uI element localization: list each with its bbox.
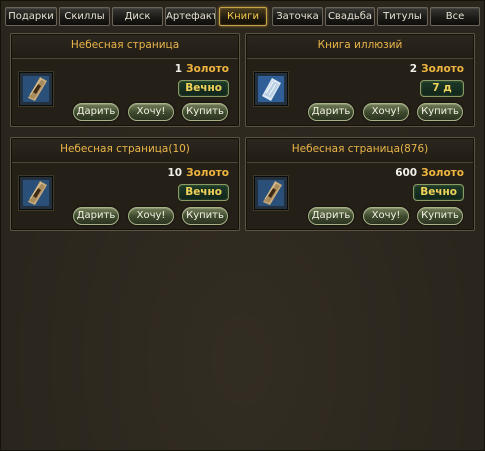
item-price: 600 Золото xyxy=(395,167,464,179)
category-tabs: Подарки Скиллы Диск Артефакт Книги Заточ… xyxy=(5,7,483,27)
wish-button[interactable]: Хочу! xyxy=(363,207,409,225)
item-price: 2 Золото xyxy=(410,63,464,75)
heaven-page-icon xyxy=(20,177,52,209)
item-name: Небесная страница xyxy=(70,39,180,51)
heaven-page-icon xyxy=(20,73,52,105)
tab-skills[interactable]: Скиллы xyxy=(59,7,110,26)
buy-button[interactable]: Купить xyxy=(417,207,463,225)
wish-button[interactable]: Хочу! xyxy=(128,103,174,121)
illusion-book-icon xyxy=(255,73,287,105)
item-card: Небесная страница 1 Золото Вечно Дарить Х… xyxy=(10,33,240,127)
gift-button[interactable]: Дарить xyxy=(73,207,119,225)
item-price: 1 Золото xyxy=(175,63,229,75)
tab-books[interactable]: Книги xyxy=(219,7,267,26)
tab-titles[interactable]: Титулы xyxy=(377,7,428,26)
item-card: Небесная страница(10) 10 Золото Вечно Дар… xyxy=(10,137,240,231)
tab-gifts[interactable]: Подарки xyxy=(5,7,57,26)
price-amount: 2 xyxy=(409,63,418,75)
tab-all[interactable]: Все xyxy=(430,7,480,26)
tab-artifact[interactable]: Артефакт xyxy=(165,7,216,26)
shop-window: Подарки Скиллы Диск Артефакт Книги Заточ… xyxy=(0,0,485,451)
item-card-header: Книга иллюзий xyxy=(247,35,473,59)
wish-button[interactable]: Хочу! xyxy=(363,103,409,121)
price-currency: Золото xyxy=(421,63,464,75)
tab-disk[interactable]: Диск xyxy=(112,7,163,26)
tab-enhance[interactable]: Заточка xyxy=(272,7,323,26)
item-name: Книга иллюзий xyxy=(317,39,403,51)
price-currency: Золото xyxy=(421,167,464,179)
duration-badge: Вечно xyxy=(178,80,229,97)
item-price: 10 Золото xyxy=(167,167,229,179)
item-card-header: Небесная страница xyxy=(12,35,238,59)
price-amount: 600 xyxy=(395,167,418,179)
item-icon-slot[interactable] xyxy=(254,176,288,210)
duration-badge: 7 д xyxy=(420,80,464,97)
wish-button[interactable]: Хочу! xyxy=(128,207,174,225)
item-icon-slot[interactable] xyxy=(19,176,53,210)
price-amount: 10 xyxy=(167,167,183,179)
price-currency: Золото xyxy=(186,63,229,75)
buy-button[interactable]: Купить xyxy=(182,207,228,225)
item-card-header: Небесная страница(10) xyxy=(12,139,238,163)
buy-button[interactable]: Купить xyxy=(182,103,228,121)
gift-button[interactable]: Дарить xyxy=(308,103,354,121)
buy-button[interactable]: Купить xyxy=(417,103,463,121)
price-currency: Золото xyxy=(186,167,229,179)
item-card-header: Небесная страница(876) xyxy=(247,139,473,163)
item-icon-slot[interactable] xyxy=(19,72,53,106)
duration-badge: Вечно xyxy=(178,184,229,201)
gift-button[interactable]: Дарить xyxy=(73,103,119,121)
item-card: Книга иллюзий 2 Золото 7 д Дарить Хочу! К… xyxy=(245,33,475,127)
item-name: Небесная страница(876) xyxy=(291,143,429,155)
duration-badge: Вечно xyxy=(413,184,464,201)
tab-wedding[interactable]: Свадьба xyxy=(325,7,375,26)
heaven-page-icon xyxy=(255,177,287,209)
item-card: Небесная страница(876) 600 Золото Вечно Д… xyxy=(245,137,475,231)
item-icon-slot[interactable] xyxy=(254,72,288,106)
price-amount: 1 xyxy=(174,63,183,75)
item-name: Небесная страница(10) xyxy=(60,143,190,155)
gift-button[interactable]: Дарить xyxy=(308,207,354,225)
